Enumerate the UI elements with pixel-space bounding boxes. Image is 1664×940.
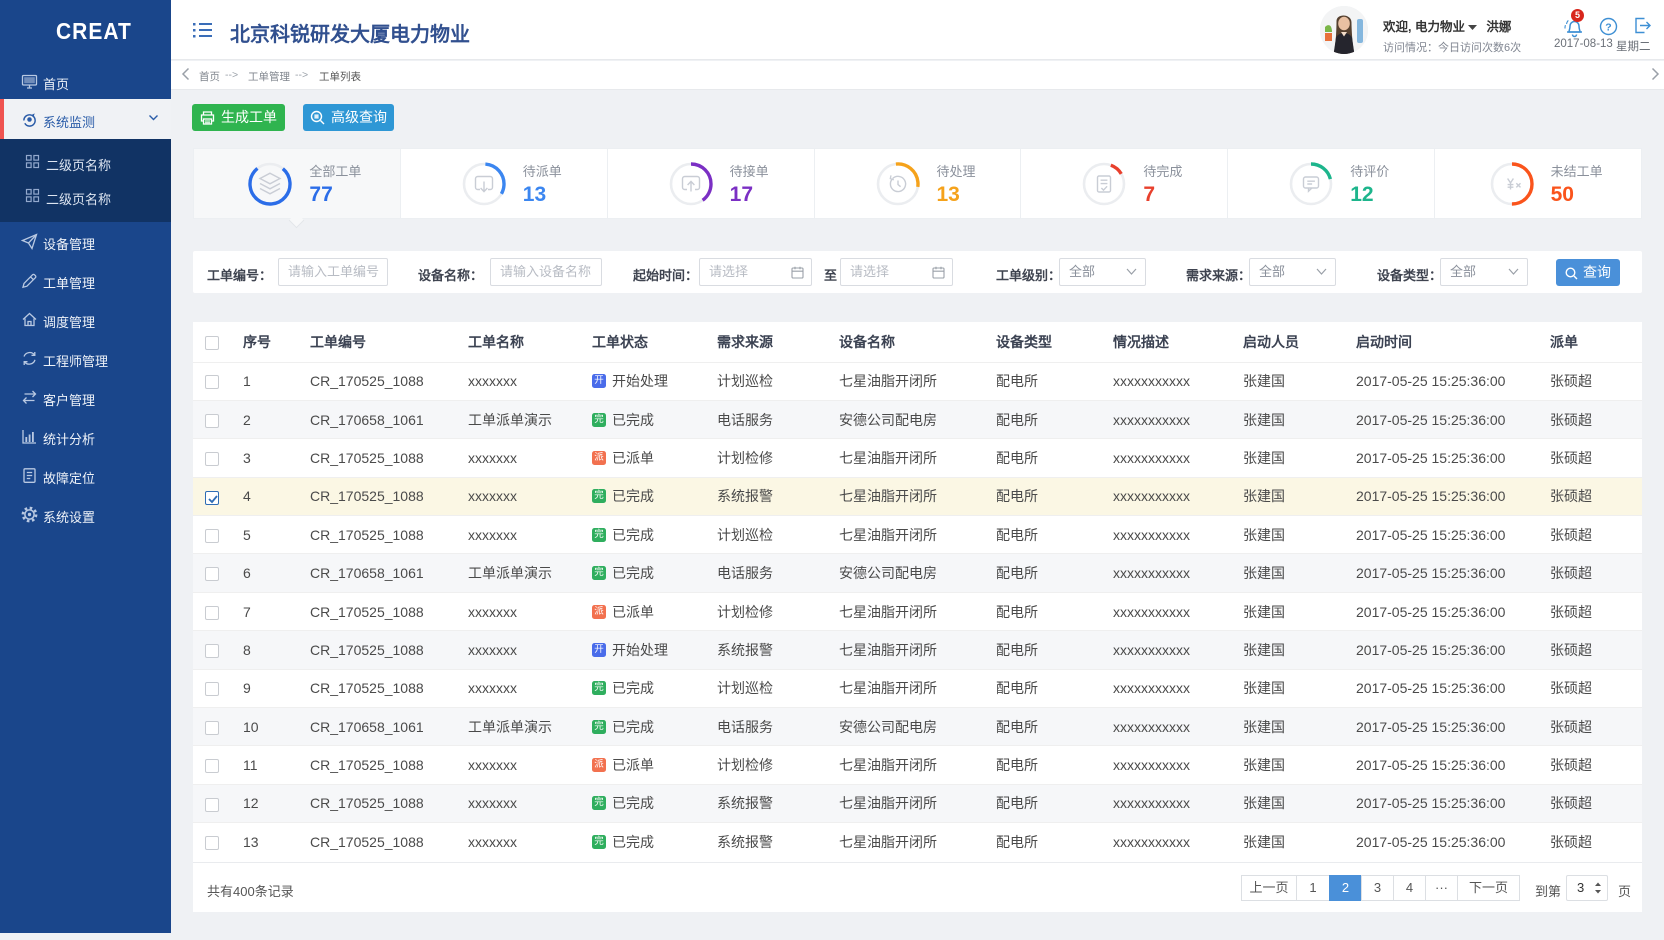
svg-text:?: ? [1605, 22, 1611, 34]
